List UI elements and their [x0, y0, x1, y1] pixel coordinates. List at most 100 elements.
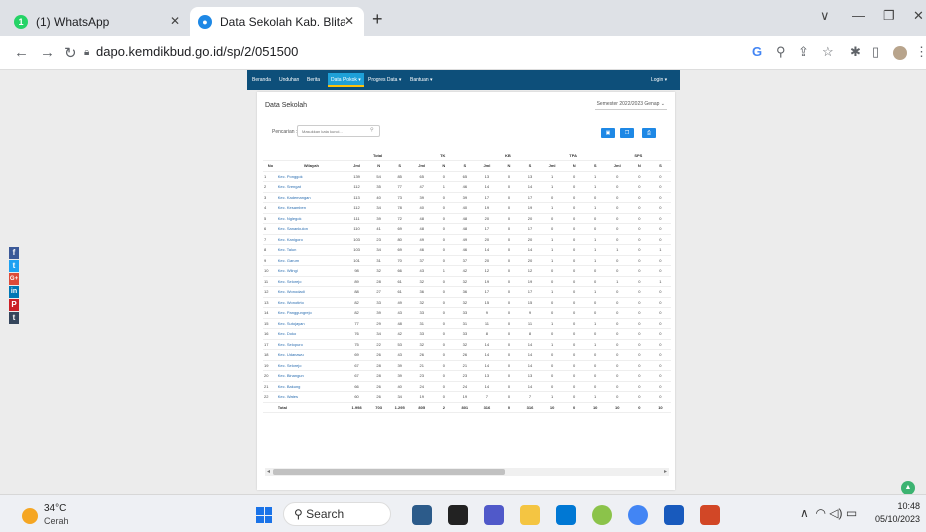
reload-icon[interactable]: ↻ — [64, 44, 77, 62]
store-icon[interactable] — [556, 505, 576, 525]
semester-select[interactable]: Semester 2022/2023 Genap ⌄ — [594, 99, 667, 110]
wilayah-link[interactable]: Kec. Srengat — [277, 181, 345, 193]
wilayah-link[interactable]: Kec. Bakung — [277, 381, 345, 392]
col-no[interactable]: No — [263, 160, 278, 172]
wifi-icon[interactable]: ◠ — [815, 506, 825, 520]
col-wilayah[interactable]: Wilayah — [277, 160, 345, 172]
wilayah-link[interactable]: Kec. Nglegok — [277, 213, 345, 224]
wilayah-link[interactable]: Kec. Sanankulon — [277, 223, 345, 235]
col-sub-header[interactable]: Jml — [410, 160, 434, 172]
forward-arrow-icon[interactable]: → — [40, 44, 55, 61]
clock-date[interactable]: 05/10/2023 — [875, 514, 920, 524]
wilayah-link[interactable]: Kec. Kademangan — [277, 192, 345, 203]
taskview-icon[interactable] — [448, 505, 468, 525]
copy-button[interactable]: ❐ — [620, 128, 634, 138]
wilayah-link[interactable]: Kec. Doko — [277, 328, 345, 340]
facebook-icon[interactable]: f — [9, 247, 19, 259]
extensions-icon[interactable]: ✱ — [850, 44, 861, 60]
sidepanel-icon[interactable]: ▯ — [872, 44, 879, 60]
new-tab-button[interactable]: + — [372, 9, 383, 30]
wilayah-link[interactable]: Kec. Panggungrejo — [277, 307, 345, 319]
zoom-icon[interactable]: ⚲ — [776, 44, 786, 60]
word-icon[interactable] — [664, 505, 684, 525]
tumblr-icon[interactable]: t — [9, 312, 19, 324]
close-icon[interactable]: ✕ — [170, 14, 180, 28]
pinterest-icon[interactable]: P — [9, 299, 19, 311]
col-sub-header[interactable]: N — [368, 160, 390, 172]
close-icon[interactable]: ✕ — [344, 14, 354, 28]
scroll-right-icon[interactable]: ▸ — [664, 468, 667, 475]
twitter-icon[interactable]: t — [9, 260, 19, 272]
wilayah-link[interactable]: Kec. Selopuro — [277, 339, 345, 350]
col-sub-header[interactable]: Jml — [540, 160, 564, 172]
star-icon[interactable]: ☆ — [822, 44, 834, 60]
windows-start-icon[interactable] — [256, 507, 272, 523]
col-sub-header[interactable]: Jml — [345, 160, 369, 172]
chat-icon[interactable] — [484, 505, 504, 525]
wilayah-link[interactable]: Kec. Selorejo — [277, 360, 345, 371]
nav-progres-data[interactable]: Progres Data ▾ — [368, 77, 401, 83]
lock-icon[interactable]: 🔒︎ — [84, 47, 89, 58]
col-sub-header[interactable]: S — [584, 160, 606, 172]
nav-bantuan[interactable]: Bantuan ▾ — [410, 77, 433, 83]
wilayah-link[interactable]: Kec. Talun — [277, 244, 345, 256]
clock-time[interactable]: 10:48 — [897, 501, 920, 511]
tab-dapodik[interactable]: ● Data Sekolah Kab. Blitar - Dapo ✕ — [190, 7, 364, 36]
app-icon-6[interactable] — [592, 505, 612, 525]
wilayah-link[interactable]: Kec. Wlingi — [277, 265, 345, 277]
nav-unduhan[interactable]: Unduhan — [279, 77, 299, 83]
chrome-icon[interactable] — [628, 505, 648, 525]
scrollbar-thumb[interactable] — [273, 469, 505, 475]
print-button[interactable]: ⎙ — [642, 128, 656, 138]
wilayah-link[interactable]: Kec. Wonodadi — [277, 286, 345, 298]
nav-login[interactable]: Login ▾ — [651, 77, 667, 83]
col-sub-header[interactable]: N — [628, 160, 650, 172]
wilayah-link[interactable]: Kec. Ponggok — [277, 171, 345, 182]
wilayah-link[interactable]: Kec. Kanigoro — [277, 234, 345, 245]
col-sub-header[interactable]: S — [389, 160, 411, 172]
restore-button[interactable]: ❐ — [883, 8, 895, 24]
wilayah-link[interactable]: Kec. Garum — [277, 255, 345, 266]
wilayah-link[interactable]: Kec. Wonotirto — [277, 297, 345, 308]
url-field[interactable]: dapo.kemdikbud.go.id/sp/2/051500 — [96, 44, 298, 59]
scroll-left-icon[interactable]: ◂ — [267, 468, 270, 475]
app-icon-1[interactable] — [412, 505, 432, 525]
nav-data-pokok[interactable]: Data Pokok ▾ — [328, 73, 364, 87]
col-sub-header[interactable]: S — [519, 160, 541, 172]
linkedin-icon[interactable]: in — [9, 286, 19, 298]
battery-icon[interactable]: ▭ — [846, 506, 857, 520]
wilayah-link[interactable]: Kec. Kesamben — [277, 202, 345, 214]
volume-icon[interactable]: ◁) — [829, 506, 842, 520]
weather-condition[interactable]: Cerah — [44, 516, 69, 526]
col-sub-header[interactable]: Jml — [475, 160, 499, 172]
nav-berita[interactable]: Berita — [307, 77, 320, 83]
back-arrow-icon[interactable]: ← — [14, 44, 29, 61]
col-sub-header[interactable]: N — [433, 160, 455, 172]
col-sub-header[interactable]: S — [454, 160, 476, 172]
col-sub-header[interactable]: S — [649, 160, 671, 172]
weather-temp[interactable]: 34°C — [44, 503, 66, 514]
menu-icon[interactable]: ⋮ — [915, 44, 926, 60]
col-sub-header[interactable]: N — [563, 160, 585, 172]
folder-icon[interactable] — [520, 505, 540, 525]
wilayah-link[interactable]: Kec. Binangun — [277, 370, 345, 382]
scroll-top-button[interactable]: ▲ — [901, 481, 915, 495]
wilayah-link[interactable]: Kec. Udanawu — [277, 349, 345, 361]
chevron-down-icon[interactable]: ∨ — [820, 8, 830, 24]
google-icon[interactable]: G — [752, 44, 762, 59]
minimize-button[interactable]: — — [852, 8, 865, 23]
system-tray[interactable]: ∧ ◠ ◁) ▭ — [800, 506, 857, 520]
wilayah-link[interactable]: Kec. Wates — [277, 391, 345, 403]
nav-beranda[interactable]: Beranda — [252, 77, 271, 83]
wilayah-link[interactable]: Kec. Sutojayan — [277, 318, 345, 329]
close-window-button[interactable]: ✕ — [913, 8, 924, 24]
share-icon[interactable]: ⇪ — [798, 44, 809, 60]
wilayah-link[interactable]: Kec. Selorejo — [277, 276, 345, 287]
search-input[interactable] — [297, 125, 380, 137]
col-sub-header[interactable]: N — [498, 160, 520, 172]
tab-whatsapp[interactable]: 1 (1) WhatsApp ✕ — [6, 7, 190, 36]
horizontal-scrollbar[interactable]: ◂ ▸ — [265, 468, 669, 476]
powerpoint-icon[interactable] — [700, 505, 720, 525]
googleplus-icon[interactable]: G+ — [9, 273, 19, 285]
col-sub-header[interactable]: Jml — [605, 160, 629, 172]
